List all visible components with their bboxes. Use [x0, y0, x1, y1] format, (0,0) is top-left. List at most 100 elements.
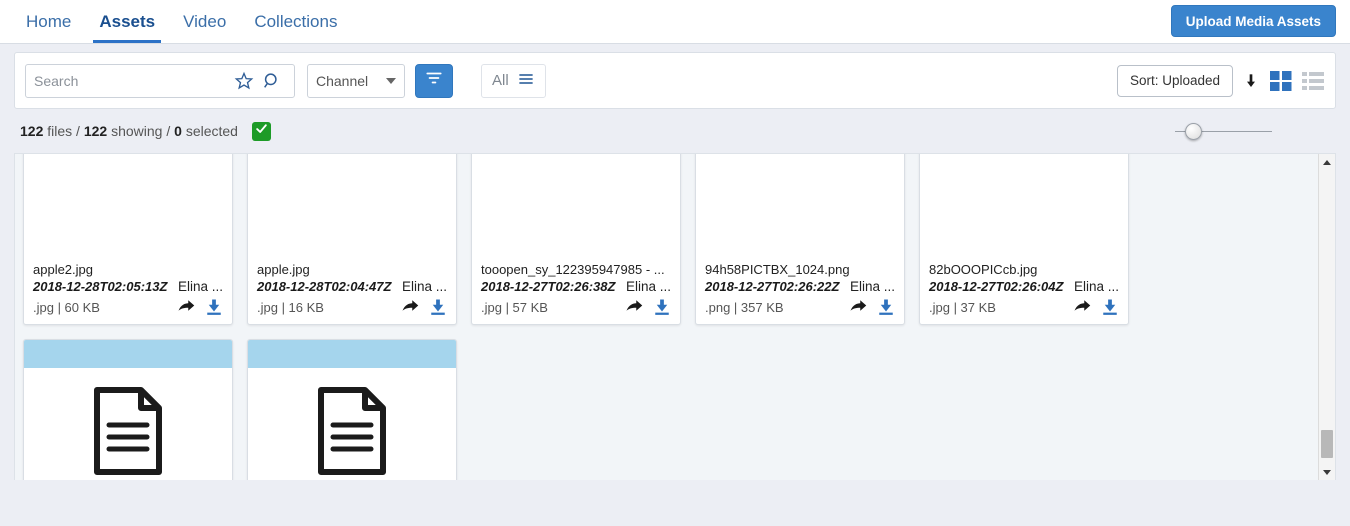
- asset-info: tooopen_sy_122395947985 - ... 2018-12-27…: [472, 256, 680, 324]
- asset-type-size: .jpg | 57 KB: [481, 299, 548, 315]
- search-box: [25, 63, 295, 98]
- asset-filename: tooopen_sy_122395947985 - ...: [481, 262, 665, 277]
- slider-thumb[interactable]: [1185, 122, 1202, 140]
- asset-owner: Elina ...: [401, 279, 447, 294]
- scrollbar-down-arrow[interactable]: [1319, 464, 1335, 480]
- filter-toolbar: Channel All: [14, 52, 1336, 109]
- asset-filename: apple.jpg: [257, 262, 310, 277]
- asset-thumbnail[interactable]: [248, 154, 456, 256]
- asset-type-size: .jpg | 16 KB: [257, 299, 324, 315]
- asset-upload-date: 2018-12-27T02:26:22Z: [705, 279, 840, 294]
- asset-footer-row: .png | 357 KB: [705, 298, 895, 316]
- all-filter-button[interactable]: All: [481, 63, 546, 98]
- asset-card[interactable]: 94h58PICTBX_1024.png 2018-12-27T02:26:22…: [695, 154, 905, 325]
- nav-tab-home[interactable]: Home: [12, 0, 85, 43]
- download-icon[interactable]: [653, 298, 671, 316]
- asset-upload-date: 2018-12-27T02:26:38Z: [481, 279, 616, 294]
- asset-footer-row: .jpg | 37 KB: [929, 298, 1119, 316]
- asset-upload-date: 2018-12-28T02:04:47Z: [257, 279, 392, 294]
- nav-tabs: Home Assets Video Collections: [0, 0, 351, 43]
- list-lines-icon: [517, 71, 535, 91]
- asset-type-size: .jpg | 37 KB: [929, 299, 996, 315]
- asset-info: apple.jpg 2018-12-28T02:04:47Z Elina ...…: [248, 256, 456, 324]
- sort-button[interactable]: Sort: Uploaded: [1116, 64, 1233, 97]
- asset-thumbnail[interactable]: [696, 154, 904, 256]
- asset-thumbnail[interactable]: [920, 154, 1128, 256]
- arrow-down-icon[interactable]: [1243, 71, 1259, 91]
- sort-button-label: Sort: Uploaded: [1129, 73, 1220, 88]
- nav-tab-video[interactable]: Video: [169, 0, 240, 43]
- chevron-down-icon: [386, 77, 396, 84]
- asset-meta-row: 2018-12-28T02:05:13Z Elina ...: [33, 279, 223, 294]
- asset-meta-row: 2018-12-27T02:26:04Z Elina ...: [929, 279, 1119, 294]
- selected-count: 0: [174, 123, 182, 139]
- asset-footer-row: .jpg | 57 KB: [481, 298, 671, 316]
- asset-owner: Elina ...: [625, 279, 671, 294]
- asset-upload-date: 2018-12-27T02:26:04Z: [929, 279, 1064, 294]
- selected-word: selected: [185, 123, 238, 139]
- asset-owner: Elina ...: [177, 279, 223, 294]
- star-icon[interactable]: [230, 71, 258, 91]
- asset-actions: [625, 298, 671, 316]
- asset-card[interactable]: 47V58PICT6m_1024.jpg 2018-12-27T02:25:24…: [247, 339, 457, 480]
- showing-word: showing /: [111, 123, 171, 139]
- asset-upload-date: 2018-12-28T02:05:13Z: [33, 279, 168, 294]
- showing-count: 122: [83, 123, 108, 139]
- scrollbar-up-arrow[interactable]: [1319, 154, 1335, 170]
- asset-info: 82bOOOPICcb.jpg 2018-12-27T02:26:04Z Eli…: [920, 256, 1128, 324]
- files-word: files /: [47, 123, 80, 139]
- asset-type-size: .png | 357 KB: [705, 299, 784, 315]
- share-arrow-icon[interactable]: [401, 298, 419, 316]
- asset-card[interactable]: 58Z58PICe6A_1024.jpg 2018-12-27T02:25:48…: [23, 339, 233, 480]
- select-all-checkbox[interactable]: [251, 121, 271, 141]
- share-arrow-icon[interactable]: [625, 298, 643, 316]
- triangle-down-icon: [1323, 469, 1331, 475]
- thumbnail-size-slider[interactable]: [1175, 122, 1272, 140]
- asset-thumbnail[interactable]: [24, 154, 232, 256]
- asset-thumbnail[interactable]: [248, 368, 456, 480]
- asset-card[interactable]: apple.jpg 2018-12-28T02:04:47Z Elina ...…: [247, 154, 457, 325]
- channel-dropdown-label: Channel: [316, 72, 369, 89]
- scrollbar-thumb[interactable]: [1321, 430, 1333, 458]
- download-icon[interactable]: [205, 298, 223, 316]
- share-arrow-icon[interactable]: [177, 298, 195, 316]
- share-arrow-icon[interactable]: [1073, 298, 1091, 316]
- asset-thumbnail-band: [248, 340, 456, 368]
- asset-footer-row: .jpg | 16 KB: [257, 298, 447, 316]
- share-arrow-icon[interactable]: [849, 298, 867, 316]
- grid-scrollbar[interactable]: [1318, 154, 1335, 480]
- asset-card[interactable]: 82bOOOPICcb.jpg 2018-12-27T02:26:04Z Eli…: [919, 154, 1129, 325]
- asset-grid: apple2.jpg 2018-12-28T02:05:13Z Elina ..…: [15, 154, 1335, 480]
- filter-icon: [425, 69, 443, 92]
- asset-filename: apple2.jpg: [33, 262, 93, 277]
- files-count: 122: [20, 123, 44, 139]
- asset-meta-row: 2018-12-27T02:26:22Z Elina ...: [705, 279, 895, 294]
- asset-thumbnail[interactable]: [472, 154, 680, 256]
- asset-thumbnail-band: [24, 340, 232, 368]
- nav-tab-collections[interactable]: Collections: [240, 0, 351, 43]
- upload-media-assets-button[interactable]: Upload Media Assets: [1170, 5, 1336, 37]
- view-toggle-group: [1269, 69, 1325, 93]
- channel-dropdown[interactable]: Channel: [307, 63, 405, 98]
- asset-actions: [401, 298, 447, 316]
- asset-card[interactable]: tooopen_sy_122395947985 - ... 2018-12-27…: [471, 154, 681, 325]
- download-icon[interactable]: [877, 298, 895, 316]
- asset-card[interactable]: apple2.jpg 2018-12-28T02:05:13Z Elina ..…: [23, 154, 233, 325]
- nav-tab-assets-label: Assets: [99, 11, 156, 31]
- asset-thumbnail[interactable]: [24, 368, 232, 480]
- download-icon[interactable]: [1101, 298, 1119, 316]
- search-input[interactable]: [34, 72, 230, 89]
- asset-meta-row: 2018-12-28T02:04:47Z Elina ...: [257, 279, 447, 294]
- top-navigation-bar: Home Assets Video Collections Upload Med…: [0, 0, 1350, 44]
- list-view-icon[interactable]: [1301, 69, 1325, 93]
- grid-view-icon[interactable]: [1269, 69, 1293, 93]
- asset-grid-area: apple2.jpg 2018-12-28T02:05:13Z Elina ..…: [14, 153, 1336, 480]
- search-icon[interactable]: [258, 71, 286, 91]
- filter-button[interactable]: [415, 63, 453, 98]
- download-icon[interactable]: [429, 298, 447, 316]
- nav-tab-assets[interactable]: Assets: [85, 0, 169, 43]
- asset-filename: 82bOOOPICcb.jpg: [929, 262, 1038, 277]
- checkmark-icon: [255, 122, 268, 140]
- nav-tab-collections-label: Collections: [254, 11, 338, 31]
- status-row: 122 files / 122 showing / 0 selected: [0, 109, 1350, 153]
